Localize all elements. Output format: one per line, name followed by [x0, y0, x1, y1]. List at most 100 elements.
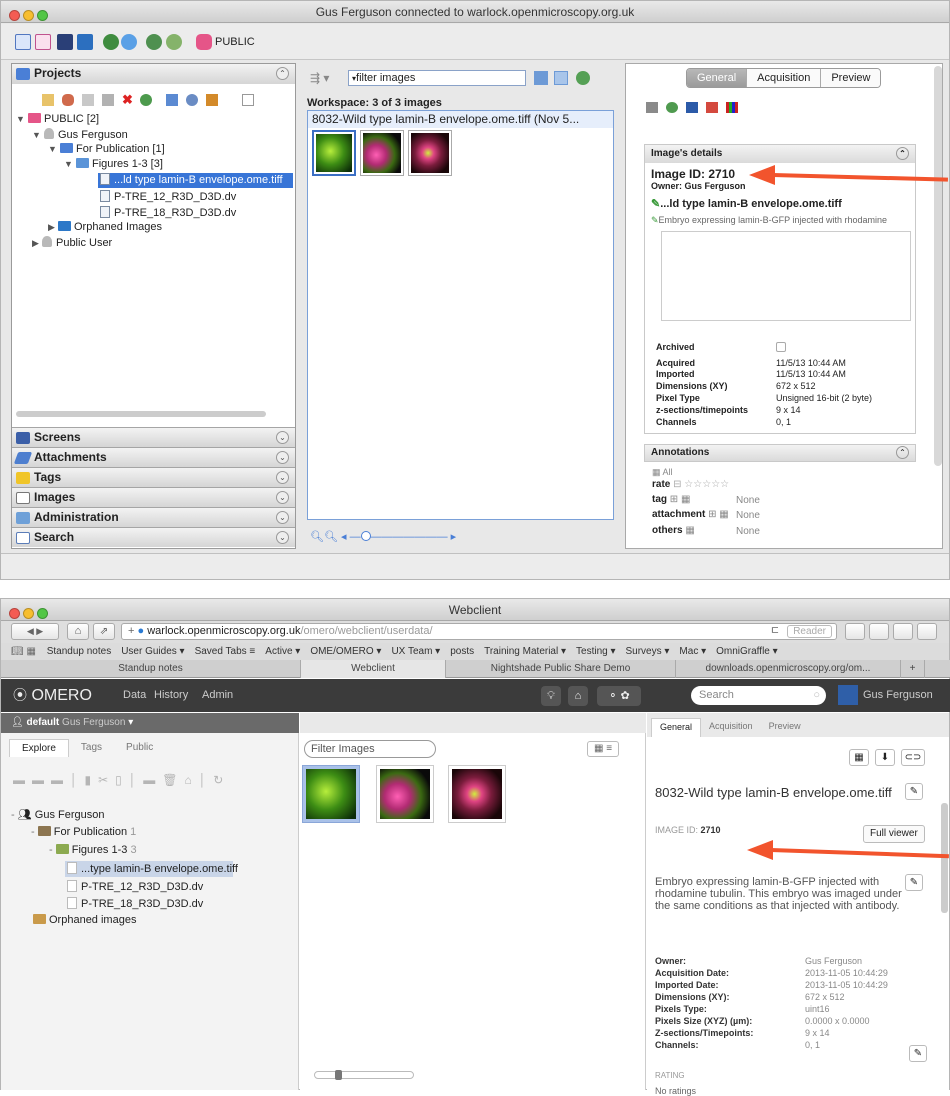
- list-view-icon[interactable]: [554, 71, 568, 85]
- refresh-icon[interactable]: [576, 71, 590, 85]
- rendering-icon[interactable]: [726, 102, 738, 113]
- view-mode-icon[interactable]: ⇶ ▾: [310, 71, 329, 85]
- zoom-window-button[interactable]: [37, 10, 48, 21]
- tree-public-user[interactable]: ▶ Public User: [32, 236, 112, 249]
- edit-name-icon[interactable]: ✎: [905, 783, 923, 800]
- collapse-icon[interactable]: ⌃: [276, 67, 289, 80]
- zoom-window-button[interactable]: [37, 608, 48, 619]
- add-tag-icon[interactable]: ⊞ ▦: [670, 494, 691, 505]
- thumbnail-selected[interactable]: [302, 765, 360, 823]
- zoom-slider[interactable]: [314, 1070, 414, 1080]
- home-button[interactable]: ⌂: [67, 623, 89, 640]
- edit-channels-icon[interactable]: ✎: [909, 1045, 927, 1062]
- nav-history[interactable]: History: [154, 689, 188, 701]
- thumbnail-view-icon[interactable]: [534, 71, 548, 85]
- web-tree-image-selected[interactable]: ...type lamin-B envelope.ome.tiff: [65, 861, 238, 877]
- reload-icon[interactable]: ㄷ: [770, 624, 780, 639]
- projects-header[interactable]: Projects ⌃: [12, 64, 295, 84]
- administration-header[interactable]: Administration ⌄: [12, 507, 295, 527]
- nav-admin[interactable]: Admin: [202, 689, 233, 701]
- share2-icon[interactable]: [166, 34, 182, 50]
- zoom-controls[interactable]: 🔍︎🔍︎ ◂ — ——————— ▸: [310, 530, 456, 543]
- tab-public[interactable]: Public: [114, 739, 165, 757]
- tab-general[interactable]: General: [687, 69, 748, 87]
- layout2-icon[interactable]: [35, 34, 51, 50]
- close-window-button[interactable]: [9, 10, 20, 21]
- expand-icon[interactable]: ⌄: [276, 531, 289, 544]
- tab-downloads[interactable]: downloads.openmicroscopy.org/om...: [676, 660, 901, 678]
- image-browser[interactable]: 8032-Wild type lamin-B envelope.ome.tiff…: [307, 110, 614, 520]
- close-window-button[interactable]: [9, 608, 20, 619]
- web-tree-user[interactable]: - 👥︎ Gus Ferguson: [11, 808, 104, 821]
- extension-button[interactable]: [869, 623, 889, 640]
- tab-standup-notes[interactable]: Standup notes: [1, 660, 301, 678]
- download-icon[interactable]: ⬇: [875, 749, 895, 766]
- layout4-icon[interactable]: [77, 34, 93, 50]
- collapse-icon[interactable]: ⌃: [896, 446, 909, 459]
- vertical-scrollbar[interactable]: [934, 66, 942, 466]
- screens-header[interactable]: Screens ⌄: [12, 427, 295, 447]
- group-selector[interactable]: 👤︎ default Gus Ferguson ▾: [1, 713, 299, 733]
- tab-acquisition[interactable]: Acquisition: [747, 69, 822, 87]
- new-tab-button[interactable]: +: [901, 660, 925, 678]
- bookmark-item[interactable]: Standup notes: [47, 646, 112, 657]
- user-menu[interactable]: Gus Ferguson: [863, 689, 933, 701]
- create-icon[interactable]: [42, 94, 54, 106]
- omero-logo[interactable]: ⦿ OMERO: [13, 685, 92, 705]
- add-attachment-icon[interactable]: ⊞ ▦: [708, 509, 729, 520]
- tree-orphaned[interactable]: ▶ Orphaned Images: [48, 221, 162, 233]
- back-forward-buttons[interactable]: ◀ ▶: [11, 623, 59, 640]
- annotation-attachment[interactable]: attachment ⊞ ▦: [652, 509, 729, 520]
- web-tree-orphaned[interactable]: Orphaned images: [33, 914, 136, 926]
- view-toggle-icon[interactable]: ▦ ≡: [587, 741, 619, 757]
- tree-image[interactable]: P-TRE_18_R3D_D3D.dv: [100, 206, 236, 219]
- full-viewer-button[interactable]: Full viewer: [863, 825, 925, 843]
- tree-image-selected[interactable]: ...ld type lamin-B envelope.ome.tiff: [98, 173, 293, 188]
- layout-icon[interactable]: [15, 34, 31, 50]
- annotation-tag[interactable]: tag ⊞ ▦: [652, 494, 690, 505]
- expand-icon[interactable]: ⌄: [276, 511, 289, 524]
- tree-root[interactable]: ▼ PUBLIC [2]: [16, 113, 99, 125]
- image-name[interactable]: ✎...ld type lamin-B envelope.ome.tiff: [651, 197, 842, 210]
- expand-icon[interactable]: ⌄: [276, 491, 289, 504]
- tree-project[interactable]: ▼ For Publication [1]: [48, 143, 165, 155]
- refresh-icon[interactable]: [666, 102, 678, 113]
- tree-dataset[interactable]: ▼ Figures 1-3 [3]: [64, 158, 163, 170]
- search-input[interactable]: Search ○: [691, 686, 826, 705]
- nav-data[interactable]: Data: [123, 689, 146, 701]
- grid-icon[interactable]: ▦: [849, 749, 869, 766]
- extension-button[interactable]: [893, 623, 913, 640]
- delete-icon[interactable]: ✖: [122, 92, 133, 108]
- horizontal-scrollbar[interactable]: [16, 411, 266, 417]
- lightbulb-icon[interactable]: 💡︎: [541, 686, 561, 706]
- annotations-header[interactable]: Annotations ⌃: [644, 444, 916, 462]
- minimize-window-button[interactable]: [23, 608, 34, 619]
- bookmark-item[interactable]: Mac ▾: [679, 646, 706, 657]
- tree-user[interactable]: ▼ Gus Ferguson: [32, 128, 128, 141]
- group-icon[interactable]: [121, 34, 137, 50]
- public-group-icon[interactable]: [196, 34, 212, 50]
- address-bar[interactable]: + ● warlock.openmicroscopy.org.uk/omero/…: [121, 623, 837, 640]
- rating-stars-icon[interactable]: ⊟ ☆☆☆☆☆: [673, 479, 729, 490]
- edit-description-icon[interactable]: ✎: [905, 874, 923, 891]
- explore-toolbar[interactable]: ▬▬▬│▮✂▯│▬🗑︎⌂│↻: [13, 773, 230, 787]
- attachments-header[interactable]: Attachments ⌄: [12, 447, 295, 467]
- tab-nightshade[interactable]: Nightshade Public Share Demo: [446, 660, 676, 678]
- scripts-icon[interactable]: ⚬ ✿: [597, 686, 641, 706]
- bookmark-item[interactable]: OmniGraffle ▾: [716, 646, 778, 657]
- annotation-others[interactable]: others ▦: [652, 525, 695, 536]
- bookmark-item[interactable]: OME/OMERO ▾: [310, 646, 381, 657]
- tag-icon[interactable]: [206, 94, 218, 106]
- minimize-window-button[interactable]: [23, 10, 34, 21]
- web-tree-project[interactable]: - For Publication 1: [31, 826, 136, 838]
- share-icon[interactable]: [146, 34, 162, 50]
- avatar[interactable]: [838, 685, 858, 705]
- expand-icon[interactable]: ⌄: [276, 431, 289, 444]
- bookmark-item[interactable]: posts: [450, 646, 474, 657]
- bookmark-item[interactable]: UX Team ▾: [391, 646, 440, 657]
- import-icon[interactable]: [166, 94, 178, 106]
- web-tree-image[interactable]: P-TRE_18_R3D_D3D.dv: [67, 897, 203, 910]
- share-button[interactable]: ⇗: [93, 623, 115, 640]
- archived-checkbox[interactable]: [776, 342, 786, 352]
- basket-icon[interactable]: ⌂: [568, 686, 588, 706]
